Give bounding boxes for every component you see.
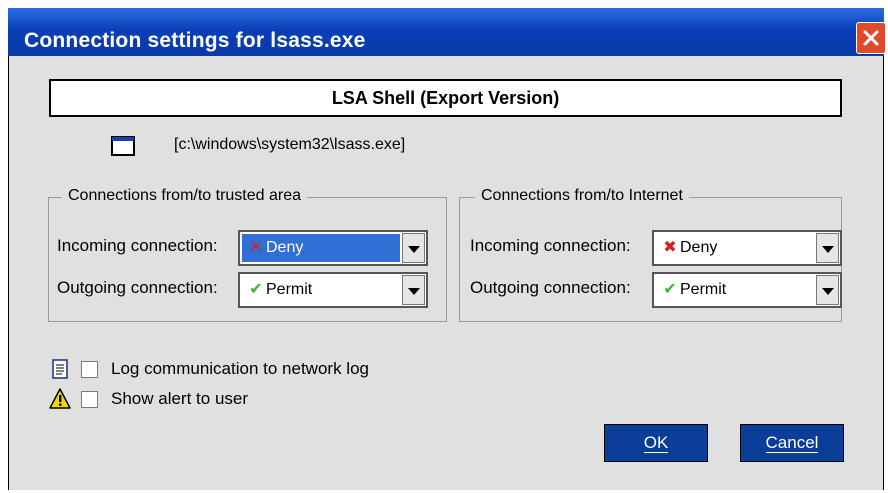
trusted-area-group-title: Connections from/to trusted area	[62, 187, 308, 205]
chevron-down-icon[interactable]	[402, 233, 425, 263]
cancel-button[interactable]: Cancel	[740, 424, 844, 462]
trusted-incoming-label: Incoming connection:	[57, 236, 218, 255]
trusted-outgoing-select[interactable]: ✔ Permit	[238, 272, 428, 308]
trusted-outgoing-value: Permit	[266, 281, 313, 298]
internet-group-title: Connections from/to Internet	[475, 187, 689, 205]
internet-outgoing-select[interactable]: ✔ Permit	[652, 272, 842, 308]
ok-button[interactable]: OK	[604, 424, 708, 462]
chevron-down-icon[interactable]	[402, 275, 425, 305]
trusted-area-group: Connections from/to trusted area Incomin…	[48, 187, 447, 322]
log-communication-checkbox[interactable]	[81, 361, 98, 378]
internet-incoming-select[interactable]: ✖ Deny	[652, 230, 842, 266]
window-title: Connection settings for lsass.exe	[24, 29, 366, 52]
log-communication-label[interactable]: Log communication to network log	[111, 359, 369, 379]
show-alert-checkbox[interactable]	[81, 391, 98, 408]
application-path: [c:\windows\system32\lsass.exe]	[174, 136, 406, 153]
deny-icon: ✕	[249, 239, 263, 256]
internet-outgoing-label: Outgoing connection:	[470, 278, 631, 297]
application-name-header: LSA Shell (Export Version)	[49, 79, 842, 117]
cancel-button-label: Cancel	[765, 433, 819, 453]
internet-incoming-label: Incoming connection:	[470, 236, 631, 255]
internet-incoming-value: Deny	[680, 239, 718, 256]
dialog-window: Connection settings for lsass.exe LSA Sh…	[0, 0, 886, 490]
internet-outgoing-value: Permit	[680, 281, 727, 298]
show-alert-label[interactable]: Show alert to user	[111, 389, 248, 409]
chevron-down-icon[interactable]	[816, 275, 839, 305]
trusted-outgoing-label: Outgoing connection:	[57, 278, 218, 297]
close-icon	[863, 30, 879, 46]
ok-button-label: OK	[643, 433, 669, 453]
warning-icon	[49, 388, 71, 409]
dialog-body: LSA Shell (Export Version) [c:\windows\s…	[8, 56, 884, 490]
trusted-incoming-value: Deny	[266, 239, 304, 256]
document-log-icon	[52, 359, 68, 379]
trusted-incoming-select[interactable]: ✕ Deny	[238, 230, 428, 266]
internet-group: Connections from/to Internet Incoming co…	[459, 187, 842, 322]
deny-icon: ✖	[663, 239, 677, 256]
permit-icon: ✔	[663, 281, 677, 298]
application-window-icon	[111, 136, 135, 156]
title-bar[interactable]: Connection settings for lsass.exe	[8, 8, 886, 56]
chevron-down-icon[interactable]	[816, 233, 839, 263]
permit-icon: ✔	[249, 281, 263, 298]
close-button[interactable]	[856, 22, 886, 54]
